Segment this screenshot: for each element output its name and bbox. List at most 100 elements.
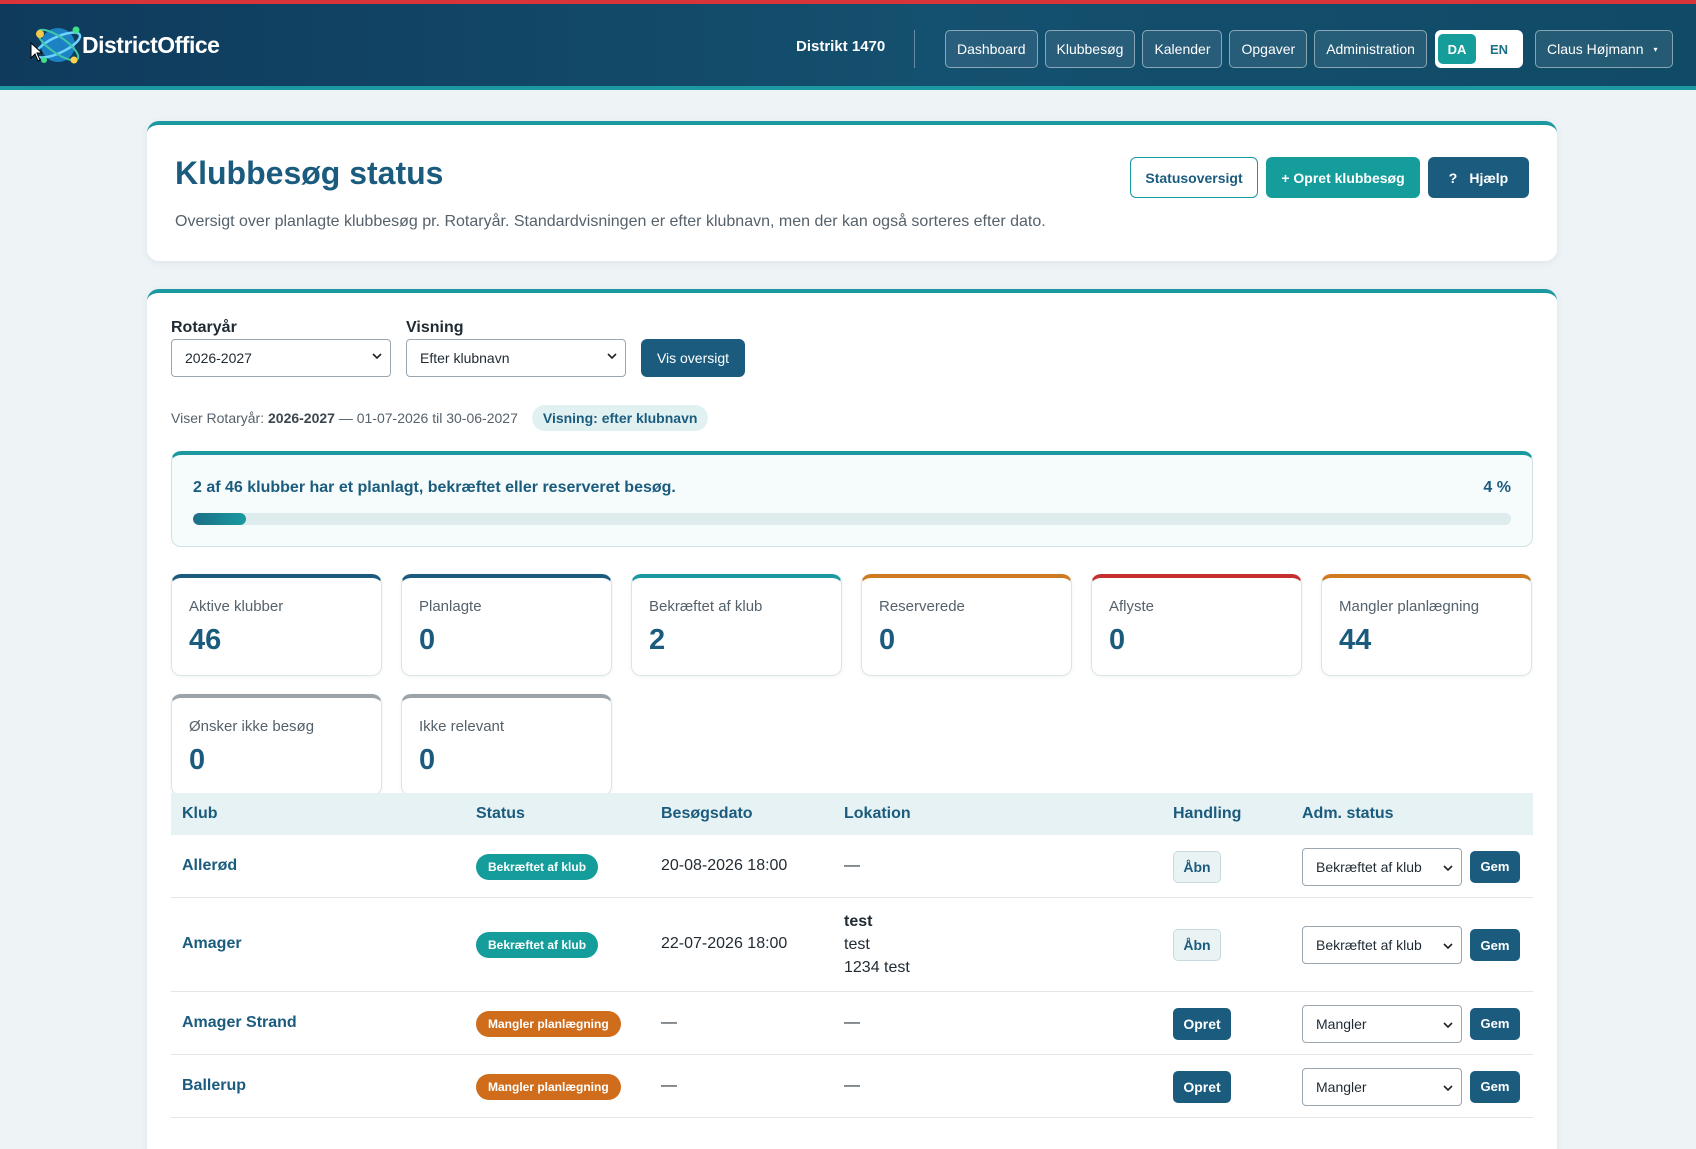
stat-value: 0: [189, 744, 206, 776]
col-besogsdato[interactable]: Besøgsdato: [661, 805, 753, 823]
table-row: Amager Bekræftet af klub 22-07-2026 18:00 t…: [171, 898, 1533, 992]
showing-range: — 01-07-2026 til 30-06-2027: [338, 410, 518, 426]
adm-status-select[interactable]: Mangler: [1302, 1004, 1462, 1043]
progress-text: 2 af 46 klubber har et planlagt, bekræft…: [193, 479, 676, 496]
table-header: Klub Status Besøgsdato Lokation Handling…: [171, 793, 1533, 835]
save-button[interactable]: Gem: [1470, 1007, 1520, 1040]
col-adm-status: Adm. status: [1302, 805, 1394, 822]
stat-value: 2: [649, 624, 666, 656]
club-name-link[interactable]: Ballerup: [182, 1077, 246, 1095]
progress-fill: [193, 513, 246, 525]
stat-label: Planlagte: [419, 598, 482, 615]
stat-value: 46: [189, 624, 222, 656]
status-overview-button[interactable]: Statusoversigt: [1130, 157, 1258, 198]
status-badge: Bekræftet af klub: [476, 853, 599, 880]
lang-en[interactable]: EN: [1480, 34, 1518, 64]
page-header-card: Klubbesøg status Oversigt over planlagte…: [147, 121, 1557, 261]
nav-klubbesog[interactable]: Klubbesøg: [1044, 30, 1136, 68]
show-overview-button[interactable]: Vis oversigt: [641, 339, 745, 377]
adm-status-select[interactable]: Bekræftet af klub: [1302, 847, 1462, 886]
nav-dashboard[interactable]: Dashboard: [945, 30, 1038, 68]
stat-label: Ønsker ikke besøg: [189, 718, 315, 735]
main-card: Rotaryår 2026-2027 Visning Efter klubnav…: [147, 289, 1557, 1149]
location-line: test: [844, 913, 873, 930]
location-line: test: [844, 936, 870, 953]
stat-value: 0: [419, 744, 436, 776]
stat-card: Bekræftet af klub 2: [631, 574, 842, 676]
col-klub[interactable]: Klub: [182, 805, 218, 823]
adm-status-value: Bekræftet af klub: [1316, 937, 1422, 953]
create-visit-button[interactable]: + Opret klubbesøg: [1266, 157, 1420, 198]
brand-name: DistrictOffice: [82, 31, 220, 58]
visit-date: —: [661, 1013, 677, 1031]
stat-label: Aflyste: [1109, 598, 1155, 615]
brand[interactable]: DistrictOffice: [30, 20, 220, 70]
club-name-link[interactable]: Amager: [182, 935, 242, 953]
save-button[interactable]: Gem: [1470, 850, 1520, 883]
location-line: 1234 test: [844, 959, 910, 976]
table-row: Allerød Bekræftet af klub 20-08-2026 18:00…: [171, 835, 1533, 898]
status-badge: Bekræftet af klub: [476, 932, 599, 958]
chevron-down-icon: [1443, 1017, 1453, 1028]
visit-date: 22-07-2026 18:00: [661, 935, 788, 952]
location: —: [844, 1076, 860, 1094]
rotary-year-label: Rotaryår: [171, 319, 237, 336]
save-button[interactable]: Gem: [1470, 929, 1520, 961]
create-visit-row-button[interactable]: Opret: [1173, 1007, 1231, 1040]
adm-status-select[interactable]: Mangler: [1302, 1067, 1462, 1106]
club-name-link[interactable]: Allerød: [182, 857, 237, 875]
stat-value: 0: [879, 624, 896, 656]
create-visit-row-button[interactable]: Opret: [1173, 1070, 1231, 1103]
visit-date: —: [661, 1076, 677, 1094]
status-badge: Mangler planlægning: [476, 1010, 621, 1037]
user-name: Claus Højmann: [1547, 41, 1644, 57]
view-pill: Visning: efter klubnavn: [531, 405, 709, 431]
help-button[interactable]: ? Hjælp: [1428, 157, 1529, 198]
stat-value: 0: [419, 624, 436, 656]
language-switch: DA EN: [1435, 30, 1523, 68]
table-row: Ballerup Mangler planlægning — — Opret Mangle…: [171, 1055, 1533, 1118]
adm-status-value: Bekræftet af klub: [1316, 858, 1422, 875]
chevron-down-icon: [1443, 1080, 1453, 1091]
location: —: [844, 856, 860, 874]
stat-card: Aktive klubber 46: [171, 574, 382, 676]
adm-status-select[interactable]: Bekræftet af klub: [1302, 926, 1462, 964]
adm-status-value: Mangler: [1316, 1015, 1367, 1032]
lang-da[interactable]: DA: [1438, 34, 1476, 64]
table-body: Allerød Bekræftet af klub 20-08-2026 18:00…: [171, 835, 1533, 1118]
view-value: Efter klubnavn: [420, 350, 510, 366]
showing-info: Viser Rotaryår: 2026-2027 — 01-07-2026 t…: [171, 405, 709, 431]
nav-kalender[interactable]: Kalender: [1142, 30, 1223, 68]
club-name-link[interactable]: Amager Strand: [182, 1014, 297, 1032]
save-button[interactable]: Gem: [1470, 1070, 1520, 1103]
header-actions: Statusoversigt + Opret klubbesøg ? Hjælp: [1130, 157, 1529, 198]
stat-card: Ønsker ikke besøg 0: [171, 694, 382, 796]
stat-label: Bekræftet af klub: [649, 598, 763, 615]
open-visit-button[interactable]: Åbn: [1173, 929, 1221, 961]
rotary-year-value: 2026-2027: [185, 350, 252, 366]
nav-divider: [914, 30, 915, 68]
page-title: Klubbesøg status: [175, 155, 444, 191]
nav-opgaver[interactable]: Opgaver: [1229, 30, 1308, 68]
main-nav: Dashboard Klubbesøg Kalender Opgaver Adm…: [945, 30, 1427, 68]
location: test test 1234 test: [844, 910, 910, 979]
stat-label: Reserverede: [879, 598, 965, 615]
stat-value: 44: [1339, 624, 1372, 656]
progress-percent: 4 %: [1483, 479, 1511, 496]
chevron-down-icon: [607, 353, 617, 360]
table-row: Amager Strand Mangler planlægning — — Opret M…: [171, 992, 1533, 1055]
nav-administration[interactable]: Administration: [1314, 30, 1427, 68]
stat-card: Planlagte 0: [401, 574, 612, 676]
stat-card: Mangler planlægning 44: [1321, 574, 1532, 676]
progress-track: [193, 513, 1511, 525]
view-select[interactable]: Efter klubnavn: [406, 339, 626, 377]
open-visit-button[interactable]: Åbn: [1173, 850, 1221, 883]
visit-date: 20-08-2026 18:00: [661, 856, 788, 874]
adm-status-value: Mangler: [1316, 1078, 1367, 1095]
user-menu-button[interactable]: Claus Højmann ▾: [1535, 30, 1673, 68]
col-lokation[interactable]: Lokation: [844, 805, 911, 823]
col-status[interactable]: Status: [476, 805, 525, 823]
stat-label: Ikke relevant: [419, 718, 505, 735]
rotary-year-select[interactable]: 2026-2027: [171, 339, 391, 377]
location: —: [844, 1013, 860, 1031]
